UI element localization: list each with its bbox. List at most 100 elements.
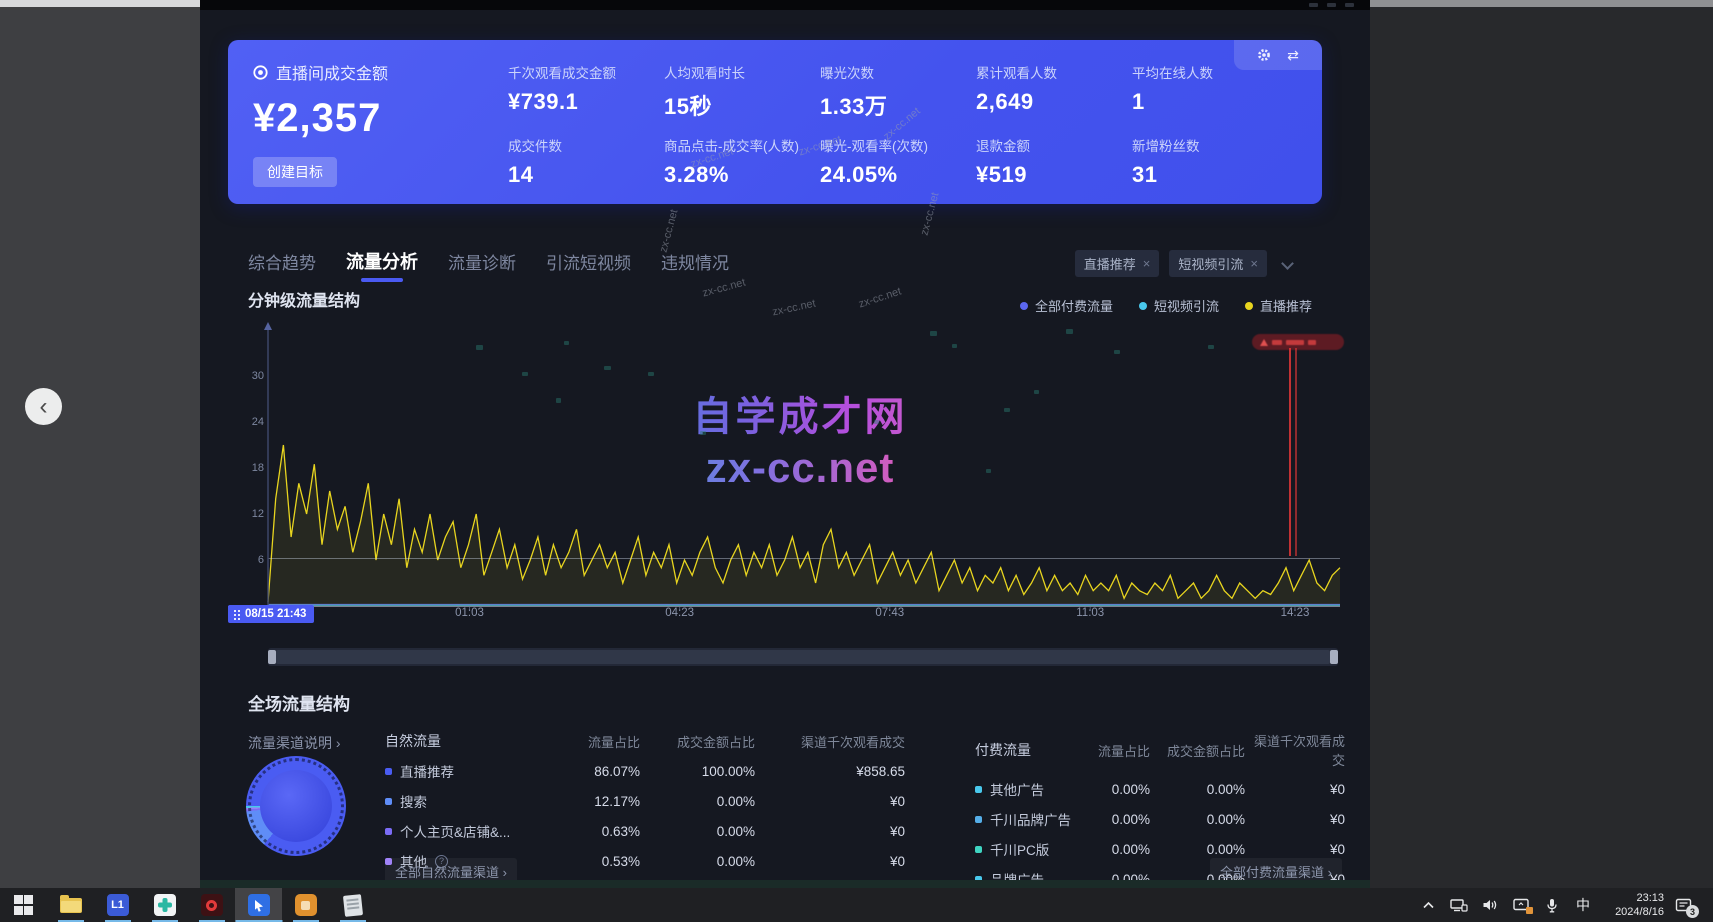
close-icon[interactable]: ×: [1250, 256, 1258, 271]
axis-arrow: [264, 322, 272, 330]
table-row-name[interactable]: 千川PC版: [975, 839, 1080, 859]
legend-item[interactable]: 短视频引流: [1139, 296, 1219, 315]
slider-handle-right[interactable]: [1330, 650, 1338, 664]
gear-icon[interactable]: [1257, 48, 1271, 62]
metric-label: 曝光次数: [820, 62, 976, 82]
tray-date: 2024/8/16: [1602, 905, 1664, 919]
gmv-share-value: 0.00%: [640, 794, 755, 809]
filter-tag-label: 短视频引流: [1178, 254, 1243, 273]
metric-value: 15秒: [664, 89, 820, 121]
tray-notification-icon[interactable]: 3: [1671, 888, 1695, 922]
tray-microphone-icon[interactable]: [1540, 888, 1564, 922]
table-row-name[interactable]: 千川品牌广告: [975, 809, 1080, 829]
taskbar-app-l1[interactable]: L1: [94, 888, 141, 922]
legend-dot: [1139, 302, 1147, 310]
taskbar-app-orange[interactable]: [282, 888, 329, 922]
tray-volume-icon[interactable]: [1478, 888, 1502, 922]
channel-color-dot: [975, 816, 982, 823]
start-button[interactable]: [0, 888, 47, 922]
metric-value: 24.05%: [820, 162, 976, 188]
folder-icon: [60, 898, 82, 913]
taskbar-app-red-ring[interactable]: [188, 888, 235, 922]
metric: 累计观看人数2,649: [976, 62, 1132, 135]
channel-name: 千川PC版: [990, 839, 1049, 859]
table-header: 渠道千次观看成交: [755, 732, 905, 751]
table-row-name[interactable]: 个人主页&店铺&...: [385, 821, 540, 841]
metric-value: 3.28%: [664, 162, 820, 188]
gmv-summary-card: ⇄ 直播间成交金额 ¥2,357 创建目标 千次观看成交金额¥739.1人均观看…: [228, 40, 1322, 204]
metric-label: 千次观看成交金额: [508, 62, 664, 82]
window-toolbar-icons: [1309, 3, 1354, 7]
desktop-background-right: [1370, 0, 1713, 888]
chevron-down-icon[interactable]: [1281, 257, 1294, 270]
drag-grip-icon: [233, 609, 240, 620]
previous-button[interactable]: ‹: [25, 388, 62, 425]
create-goal-button[interactable]: 创建目标: [253, 157, 337, 187]
filter-tag[interactable]: 短视频引流 ×: [1169, 250, 1267, 277]
close-icon[interactable]: ×: [1143, 256, 1151, 271]
small-watermark: zx-cc.net: [658, 208, 681, 254]
traffic-share-value: 0.63%: [540, 824, 640, 839]
table-row-name[interactable]: 搜索: [385, 791, 540, 811]
metric: 成交件数14: [508, 135, 664, 208]
tray-chevron-up-icon[interactable]: [1416, 888, 1440, 922]
legend-item[interactable]: 直播推荐: [1245, 296, 1312, 315]
tab-2[interactable]: 流量分析: [346, 248, 418, 282]
time-range-start-chip[interactable]: 08/15 21:43: [228, 605, 314, 623]
y-axis-tick-label: 6: [248, 554, 264, 566]
tray-ime-indicator[interactable]: 中: [1571, 888, 1595, 922]
metric: 商品点击-成交率(人数)3.28%: [664, 135, 820, 208]
tab-4[interactable]: 引流短视频: [546, 249, 631, 282]
metric: 退款金额¥519: [976, 135, 1132, 208]
channel-color-dot: [385, 798, 392, 805]
window-bottom-edge: [200, 880, 1370, 888]
table-header: 渠道千次观看成交: [1245, 731, 1345, 769]
gpm-value: ¥0: [1245, 812, 1345, 827]
notepad-icon: [342, 894, 362, 917]
tray-screenshare-icon[interactable]: [1509, 888, 1533, 922]
table-row-name[interactable]: 直播推荐: [385, 761, 540, 781]
metric: 曝光-观看率(次数) 24.05%: [820, 135, 976, 208]
primary-metric-label: 直播间成交金额: [276, 60, 388, 84]
traffic-share-value: 0.00%: [1080, 842, 1150, 857]
gmv-share-value: 100.00%: [640, 764, 755, 779]
primary-metric-value: ¥2,357: [253, 96, 388, 141]
x-axis-tick-label: 08/15 21:43: [245, 608, 306, 620]
taskbar-file-explorer[interactable]: [47, 888, 94, 922]
y-axis-tick-label: 30: [248, 370, 264, 382]
taskbar-app-notepad[interactable]: [329, 888, 376, 922]
taskbar-app-teal[interactable]: [141, 888, 188, 922]
metric-label: 人均观看时长: [664, 62, 820, 82]
traffic-share-value: 12.17%: [540, 794, 640, 809]
table-row-name[interactable]: 其他广告: [975, 779, 1080, 799]
filter-tag[interactable]: 直播推荐 ×: [1075, 250, 1160, 277]
slider-range[interactable]: [276, 650, 1330, 664]
legend-item[interactable]: 全部付费流量: [1020, 296, 1113, 315]
legend-dot: [1020, 302, 1028, 310]
tab-3[interactable]: 流量诊断: [448, 249, 516, 282]
x-axis-tick-label: 14:23: [1281, 607, 1310, 619]
channel-note-link[interactable]: 流量渠道说明 ›: [248, 733, 341, 753]
taskbar-app-cursor-active[interactable]: [235, 888, 282, 922]
chevron-left-icon: ‹: [40, 395, 48, 419]
tab-1[interactable]: 综合趋势: [248, 249, 316, 282]
gmv-share-value: 0.00%: [640, 854, 755, 869]
tab-5[interactable]: 违规情况: [661, 249, 729, 282]
tray-clock[interactable]: 23:13 2024/8/16: [1602, 891, 1664, 920]
chevron-right-icon: ›: [1328, 865, 1332, 880]
gmv-share-value: 0.00%: [1150, 812, 1245, 827]
window-top-bar: [200, 0, 1370, 10]
metric-value: 1.33万: [820, 89, 976, 121]
chart-canvas[interactable]: [248, 330, 1348, 620]
chart-zoom-slider[interactable]: [268, 648, 1338, 666]
metric-label: 新增粉丝数: [1132, 135, 1288, 155]
filter-tag-label: 直播推荐: [1084, 254, 1136, 273]
traffic-line-chart[interactable]: 30241812608/15 21:4301:0304:2307:4311:03…: [248, 325, 1360, 637]
swap-icon[interactable]: ⇄: [1287, 47, 1299, 64]
gpm-value: ¥0: [1245, 842, 1345, 857]
l1-app-icon: L1: [107, 894, 129, 916]
metric-label: 曝光-观看率(次数): [820, 135, 976, 155]
windows-logo-icon: [14, 895, 34, 915]
slider-handle-left[interactable]: [268, 650, 276, 664]
tray-network-icon[interactable]: [1447, 888, 1471, 922]
